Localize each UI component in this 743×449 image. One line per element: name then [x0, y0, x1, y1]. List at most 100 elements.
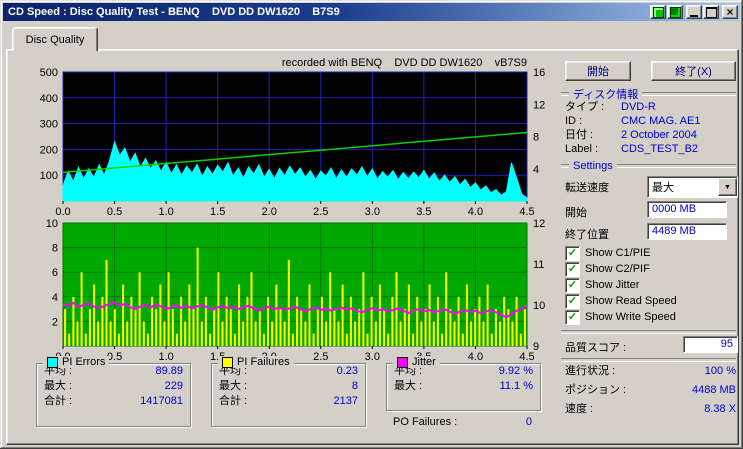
- checkmark-icon: ✓: [568, 296, 577, 307]
- checkbox-show-c2-pif[interactable]: ✓ Show C2/PIF: [565, 262, 650, 276]
- minimize-button[interactable]: [686, 5, 702, 19]
- disc-label-row: Label : CDS_TEST_B2: [565, 143, 736, 156]
- position-label: ポジション :: [565, 384, 626, 397]
- y2-axis-tick-label: 16: [533, 67, 545, 79]
- y-axis-tick-label: 500: [40, 67, 58, 79]
- y-axis-tick-label: 2: [52, 316, 58, 328]
- start-position-field[interactable]: 0000 MB: [647, 201, 727, 218]
- checkmark-icon: ✓: [568, 312, 577, 323]
- checkmark-icon: ✓: [568, 264, 577, 275]
- checkbox-label: Show Read Speed: [585, 295, 677, 307]
- pi-errors-chart-svg: 1002003004005004812160.00.51.01.52.02.53…: [31, 59, 551, 219]
- y2-axis-tick-label: 12: [533, 218, 545, 230]
- settings-header: Settings: [561, 160, 736, 172]
- checkmark-icon: ✓: [568, 280, 577, 291]
- maximize-button[interactable]: [703, 5, 719, 19]
- total-label: 合計 :: [219, 394, 247, 409]
- legend-row: 合計 :2137: [212, 394, 365, 409]
- checkbox-box[interactable]: ✓: [565, 278, 580, 293]
- pi-errors-legend: PI Errors 平均 :89.89 最大 :229 合計 :1417081: [36, 363, 191, 427]
- y2-axis-tick-label: 11: [533, 259, 544, 271]
- titlebar: CD Speed : Disc Quality Test - BENQ DVD …: [3, 3, 740, 21]
- x-axis-tick-label: 3.0: [365, 351, 380, 363]
- max-value: 229: [165, 379, 183, 394]
- exit-button[interactable]: 終了(X): [651, 61, 736, 81]
- pi-failures-legend-label: PI Failures: [237, 356, 290, 368]
- start-button[interactable]: 開始: [565, 61, 631, 81]
- pi-errors-chart: 1002003004005004812160.00.51.01.52.02.53…: [31, 59, 551, 222]
- jitter-swatch-icon: [397, 357, 408, 368]
- copy-button[interactable]: [650, 5, 666, 19]
- x-axis-tick-label: 1.0: [158, 351, 173, 363]
- settings-header-label: Settings: [573, 160, 613, 172]
- divider: [642, 92, 736, 96]
- close-button[interactable]: ×: [722, 5, 738, 19]
- progress-label: 進行状況 :: [565, 365, 615, 378]
- pi-failures-legend-title: PI Failures: [218, 356, 294, 368]
- end-position-label: 終了位置: [565, 226, 609, 242]
- disk-icon: [670, 7, 681, 18]
- window-title: CD Speed : Disc Quality Test - BENQ DVD …: [8, 6, 340, 18]
- pi-failures-legend: PI Failures 平均 :0.23 最大 :8 合計 :2137: [211, 363, 366, 427]
- quality-score-label: 品質スコア :: [565, 339, 626, 355]
- jitter-legend: Jitter 平均 :9.92 % 最大 :11.1 %: [386, 363, 541, 411]
- disc-id-row: ID : CMC MAG. AE1: [565, 115, 736, 128]
- exit-button-label: 終了(X): [675, 63, 712, 79]
- checkbox-label: Show C1/PIE: [585, 247, 650, 259]
- avg-value: 0.23: [337, 364, 358, 379]
- y2-axis-tick-label: 12: [533, 99, 545, 111]
- chart-icon: [653, 7, 664, 18]
- divider: [561, 164, 569, 168]
- disc-type-label: タイプ :: [565, 101, 621, 114]
- divider: [561, 92, 569, 96]
- checkbox-show-read-speed[interactable]: ✓ Show Read Speed: [565, 294, 677, 308]
- x-axis-tick-label: 4.0: [468, 351, 483, 363]
- end-position-field[interactable]: 4489 MB: [647, 223, 727, 240]
- tab-disc-quality[interactable]: Disc Quality: [12, 27, 98, 51]
- legend-row: 合計 :1417081: [37, 394, 190, 409]
- pi-errors-legend-label: PI Errors: [62, 356, 105, 368]
- save-button[interactable]: [667, 5, 683, 19]
- speed-select-value: 最大: [648, 179, 718, 195]
- checkbox-show-c1-pie[interactable]: ✓ Show C1/PIE: [565, 246, 650, 260]
- disc-info-header: ディスク情報: [561, 86, 736, 102]
- pi-errors-legend-title: PI Errors: [43, 356, 109, 368]
- checkbox-box[interactable]: ✓: [565, 310, 580, 325]
- y2-axis-tick-label: 8: [533, 132, 539, 144]
- max-label: 最大 :: [44, 379, 72, 394]
- speed-value: 8.38 X: [704, 403, 736, 416]
- tab-label: Disc Quality: [26, 34, 85, 46]
- speed-row: 速度 : 8.38 X: [565, 403, 736, 416]
- y-axis-tick-label: 4: [52, 292, 58, 304]
- x-axis-tick-label: 2.5: [313, 351, 328, 363]
- pi-failures-chart: 24681091011120.00.51.01.52.02.53.03.54.0…: [31, 215, 551, 366]
- app-window: CD Speed : Disc Quality Test - BENQ DVD …: [0, 0, 743, 449]
- checkmark-icon: ✓: [568, 248, 577, 259]
- chevron-down-icon[interactable]: ▼: [718, 178, 737, 196]
- total-label: 合計 :: [44, 394, 72, 409]
- disc-type-value: DVD-R: [621, 101, 656, 114]
- divider: [561, 358, 736, 362]
- progress-row: 進行状況 : 100 %: [565, 365, 736, 378]
- start-position-label: 開始: [565, 204, 587, 220]
- checkbox-box[interactable]: ✓: [565, 294, 580, 309]
- checkbox-box[interactable]: ✓: [565, 262, 580, 277]
- disc-quality-page: recorded with BENQ DVD DD DW1620 vB7S9 1…: [6, 49, 739, 445]
- checkbox-show-jitter[interactable]: ✓ Show Jitter: [565, 278, 639, 292]
- po-failures-label: PO Failures :: [393, 416, 457, 429]
- y-axis-tick-label: 300: [40, 119, 58, 131]
- checkbox-box[interactable]: ✓: [565, 246, 580, 261]
- legend-row: 最大 : 229: [37, 379, 190, 394]
- avg-value: 89.89: [155, 364, 183, 379]
- disc-type-row: タイプ : DVD-R: [565, 101, 736, 114]
- y-axis-tick-label: 100: [40, 170, 58, 182]
- speed-value-label: 速度 :: [565, 403, 593, 416]
- checkbox-show-write-speed[interactable]: ✓ Show Write Speed: [565, 310, 676, 324]
- disc-date-row: 日付 : 2 October 2004: [565, 129, 736, 142]
- checkbox-label: Show C2/PIF: [585, 263, 650, 275]
- checkbox-label: Show Write Speed: [585, 311, 676, 323]
- max-label: 最大 :: [219, 379, 247, 394]
- speed-select[interactable]: 最大 ▼: [647, 176, 738, 198]
- y-axis-tick-label: 10: [46, 218, 58, 230]
- minimize-icon: [690, 15, 698, 17]
